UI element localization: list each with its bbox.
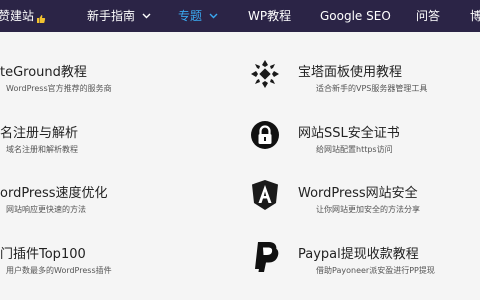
topic-title: Paypal提现收款教程 (298, 247, 419, 262)
nav-label: 赞建站 (0, 9, 35, 23)
shield-a-icon (251, 179, 279, 211)
nav-item-zan[interactable]: 赞建站 (0, 0, 34, 32)
topic-title: 网站SSL安全证书 (298, 126, 400, 141)
nav-item-google-seo[interactable]: Google SEO (320, 0, 391, 32)
topic-title: WordPress网站安全 (298, 186, 418, 201)
topic-desc: 借助Payoneer派安盈进行PP提现 (316, 266, 435, 275)
topic-title: 宝塔面板使用教程 (298, 65, 403, 80)
nav-item-topics[interactable]: 专题 (178, 0, 218, 32)
nav-item-wp-tutorial[interactable]: WP教程 (248, 0, 291, 32)
chevron-down-icon (209, 0, 218, 32)
topic-title: ordPress速度优化 (0, 186, 108, 201)
topics-dropdown-panel: teGround教程 WordPress官方推荐的服务商 名注册与解析 域名注册… (0, 32, 480, 300)
top-navigation: 赞建站 新手指南 专题 WP教程 Google SEO 问答 博 (0, 0, 480, 32)
topic-desc: WordPress官方推荐的服务商 (6, 84, 112, 93)
topic-desc: 域名注册和解析教程 (6, 145, 78, 154)
nav-item-blog[interactable]: 博 (470, 0, 480, 32)
topic-desc: 给网站配置https访问 (316, 145, 393, 154)
topic-desc: 网站响应更快速的方法 (6, 205, 86, 214)
topic-title: 名注册与解析 (0, 126, 79, 141)
nav-label: WP教程 (248, 9, 292, 23)
nav-item-qa[interactable]: 问答 (416, 0, 440, 32)
topic-desc: 让你网站更加安全的方法分享 (316, 205, 420, 214)
baota-logo-icon (250, 59, 280, 89)
nav-label: 问答 (416, 9, 441, 23)
topic-title: 门插件Top100 (0, 247, 86, 262)
paypal-icon (252, 241, 280, 273)
thumbs-up-icon (36, 9, 46, 23)
topic-desc: 用户数最多的WordPress插件 (6, 266, 112, 275)
chevron-down-icon (142, 0, 151, 32)
nav-label: 博 (470, 9, 480, 23)
nav-label: 新手指南 (87, 9, 136, 23)
nav-item-beginner-guide[interactable]: 新手指南 (87, 0, 151, 32)
topic-title: teGround教程 (0, 65, 87, 80)
padlock-icon (250, 120, 280, 150)
nav-label: 专题 (178, 9, 203, 23)
nav-label: Google SEO (320, 9, 391, 23)
topic-desc: 适合新手的VPS服务器管理工具 (316, 84, 428, 93)
